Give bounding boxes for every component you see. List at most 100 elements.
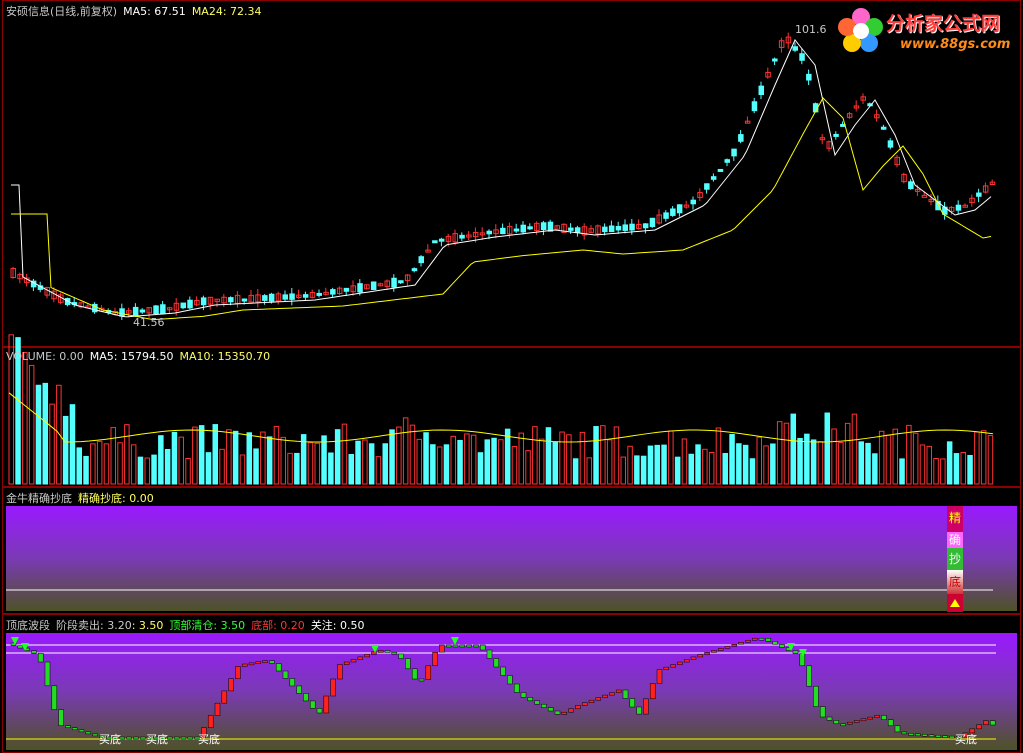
price-panel[interactable]: 安硕信息(日线,前复权) MA5: 67.51 MA24: 72.34 101.6 … (2, 0, 1021, 347)
bottom-fishing-panel[interactable]: 金牛精确抄底 精确抄底: 0.00 (2, 487, 1021, 614)
candle-body (119, 308, 125, 317)
wave-bar (595, 697, 602, 701)
wave-bar (731, 644, 738, 647)
wave-bar (337, 664, 343, 680)
wave-bar (935, 734, 942, 738)
wave-bar (513, 683, 520, 693)
volume-chart[interactable] (3, 334, 1020, 486)
volume-bar (416, 438, 422, 485)
wave-bar (602, 694, 608, 698)
volume-bar (702, 448, 708, 485)
wave-bar (330, 678, 336, 697)
volume-bar (967, 454, 973, 485)
volume-bar (559, 431, 565, 485)
candle-body (302, 294, 309, 298)
wave-bar (588, 699, 595, 703)
volume-bar (164, 448, 171, 485)
volume-panel[interactable]: VOLUME: 0.00 MA5: 15794.50 MA10: 15350.70 (2, 334, 1021, 487)
wave-bar (561, 711, 568, 715)
candle-body (704, 183, 710, 190)
candle-body (411, 268, 418, 272)
wave-bar (405, 658, 411, 670)
wave-bar (207, 715, 214, 728)
volume-bar (749, 458, 756, 485)
indicator1-title: 金牛精确抄底 (6, 492, 72, 505)
wave-bar (887, 719, 894, 727)
candle-body (289, 293, 295, 300)
volume-bar (953, 453, 960, 485)
volume-bar (844, 422, 851, 485)
wave-bar (520, 692, 527, 698)
volume-bar (640, 455, 647, 485)
buy-tag-1: 买底 (99, 733, 121, 746)
volume-bar (110, 427, 116, 485)
wave-bar (180, 736, 187, 740)
wave-bar (663, 666, 670, 670)
buy-tag-3: 买底 (198, 733, 220, 746)
volume-bar (144, 457, 150, 485)
volume-bar (409, 424, 416, 485)
wave-bar (826, 716, 833, 721)
volume-bar (688, 453, 694, 485)
candle-body (459, 234, 465, 239)
top-bottom-wave-panel[interactable]: 顶底波段 阶段卖出: 3.20: 3.50 顶部清仓: 3.50 底部: 0.20 关注… (2, 614, 1021, 753)
wave-bar (840, 723, 846, 727)
up-arrow-icon (950, 599, 960, 607)
wave-bar (126, 736, 132, 740)
wave-bar (241, 663, 248, 667)
candle-body (241, 298, 248, 302)
wave-bar (228, 678, 234, 692)
wave-bar (711, 650, 717, 653)
volume-bar (219, 448, 225, 485)
volume-bar (824, 412, 830, 485)
wave-bar (262, 660, 268, 663)
volume-bar (776, 421, 783, 485)
volume-bar (838, 442, 844, 485)
candle-body (540, 222, 547, 231)
volume-bar (552, 441, 558, 485)
volume-bar (729, 433, 735, 485)
wave-bar (371, 651, 377, 655)
volume-bar (722, 452, 728, 485)
wave-bar (452, 644, 459, 648)
volume-bar (634, 455, 640, 485)
candle-body (608, 225, 615, 233)
volume-bar (239, 454, 246, 485)
volume-bar (464, 433, 470, 485)
volume-bar (49, 403, 55, 485)
volume-bar (328, 452, 334, 485)
wave-bar (867, 716, 874, 720)
volume-bar (763, 445, 769, 485)
volume-bar (212, 424, 218, 485)
wave-bar (58, 709, 64, 726)
indicator2-header: 顶底波段 阶段卖出: 3.20: 3.50 顶部清仓: 3.50 底部: 0.20 关注… (6, 617, 371, 633)
candle-body (833, 133, 839, 137)
volume-bar (260, 431, 266, 485)
candle-body (330, 289, 336, 295)
wave-bar (677, 661, 683, 665)
volume-bar (878, 430, 885, 485)
volume-bar (647, 445, 654, 485)
wave-bar (432, 651, 438, 667)
volume-bar (443, 444, 450, 485)
signal-char-4: 底 (947, 570, 963, 594)
wave-bar (615, 689, 622, 693)
volume-bar (926, 445, 932, 485)
volume-bar (525, 450, 531, 485)
logo-url: www.88gs.com (900, 37, 1011, 52)
wave-bar (534, 700, 540, 705)
sell-value: : 3.50 (131, 619, 164, 632)
logo-name: 分析家公式网 (886, 13, 1001, 35)
indicator1-chart (6, 589, 993, 591)
volume-bar (974, 431, 980, 485)
wave-bar (554, 710, 561, 715)
wave-bar (167, 736, 173, 740)
wave-bar (500, 666, 506, 676)
candle-body (200, 297, 207, 306)
candle-body (921, 194, 928, 198)
wave-bar (411, 668, 418, 680)
candle-body (976, 192, 982, 197)
wave-bar (976, 724, 982, 730)
wave-bar (894, 725, 901, 733)
volume-bar (124, 424, 130, 485)
